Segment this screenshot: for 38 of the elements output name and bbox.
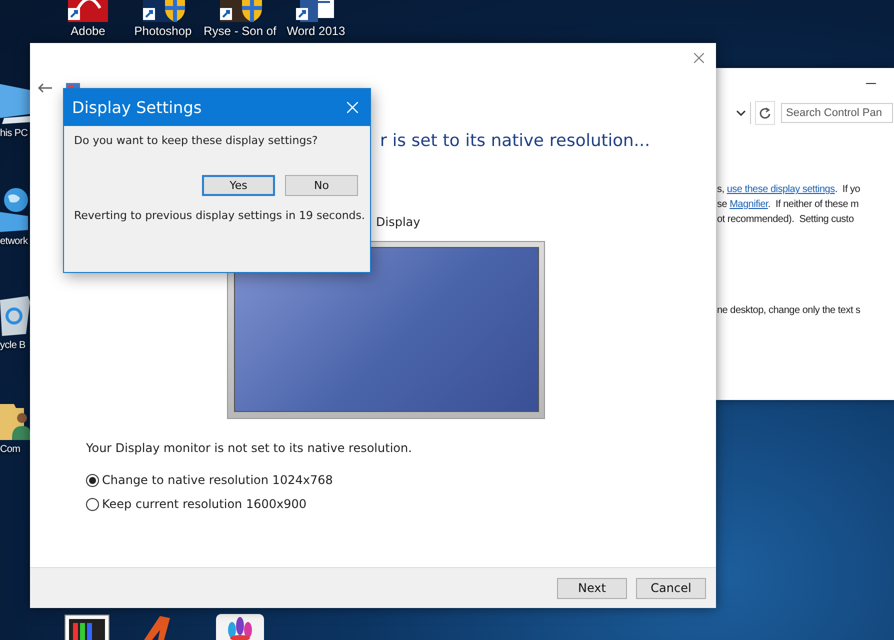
cancel-button[interactable]: Cancel (636, 578, 706, 598)
status-message: Your Display monitor is not set to its native resolution. (86, 441, 413, 455)
radio-button[interactable] (86, 498, 99, 510)
paragraph-line: ot recommended). Setting custo (717, 213, 855, 227)
icon-label: Adobe (70, 24, 106, 38)
next-button[interactable]: Next (557, 578, 627, 598)
dialog-question: Do you want to keep these display settings? (74, 134, 319, 147)
chevron-down-icon[interactable] (736, 110, 746, 116)
option-label: Keep current resolution 1600x900 (102, 497, 307, 511)
option-label: Change to native resolution 1024x768 (102, 473, 333, 487)
flower-icon[interactable] (216, 614, 264, 640)
yes-button[interactable]: Yes (202, 175, 275, 196)
display-label: Display (376, 215, 422, 229)
search-field[interactable]: Search Control Pan (781, 103, 893, 123)
close-icon[interactable] (694, 53, 704, 63)
recycle-bin-icon[interactable] (0, 294, 30, 336)
back-arrow-icon[interactable] (38, 83, 52, 93)
paragraph-line: s, use these display settings. If yo (717, 183, 862, 197)
icon-label: Com (0, 444, 20, 455)
icon-label: ycle B (0, 340, 26, 351)
link[interactable]: use these display settings (726, 184, 835, 195)
icon-label: Photoshop (134, 24, 192, 38)
countdown-message: Reverting to previous display settings in 19 seconds. (74, 209, 366, 222)
app-icon[interactable] (64, 614, 110, 640)
icon-label: etwork (0, 236, 28, 247)
refresh-icon[interactable] (759, 107, 771, 119)
dialog-title: Display Settings (72, 98, 202, 117)
paragraph-line: ne desktop, change only the text s (717, 304, 862, 318)
icon-label: Word 2013 (286, 24, 346, 38)
icon-label: Ryse - Son of (204, 24, 276, 38)
no-button[interactable]: No (285, 175, 358, 196)
minimize-icon[interactable] (866, 83, 876, 85)
link[interactable]: Magnifier (730, 199, 768, 210)
computer-icon[interactable] (0, 82, 32, 124)
icon-label: his PC (0, 128, 28, 139)
radio-button[interactable] (86, 474, 99, 486)
page-heading: r is set to its native resolution... (380, 131, 651, 151)
paragraph-line: se Magnifier. If neither of these m (717, 198, 860, 212)
